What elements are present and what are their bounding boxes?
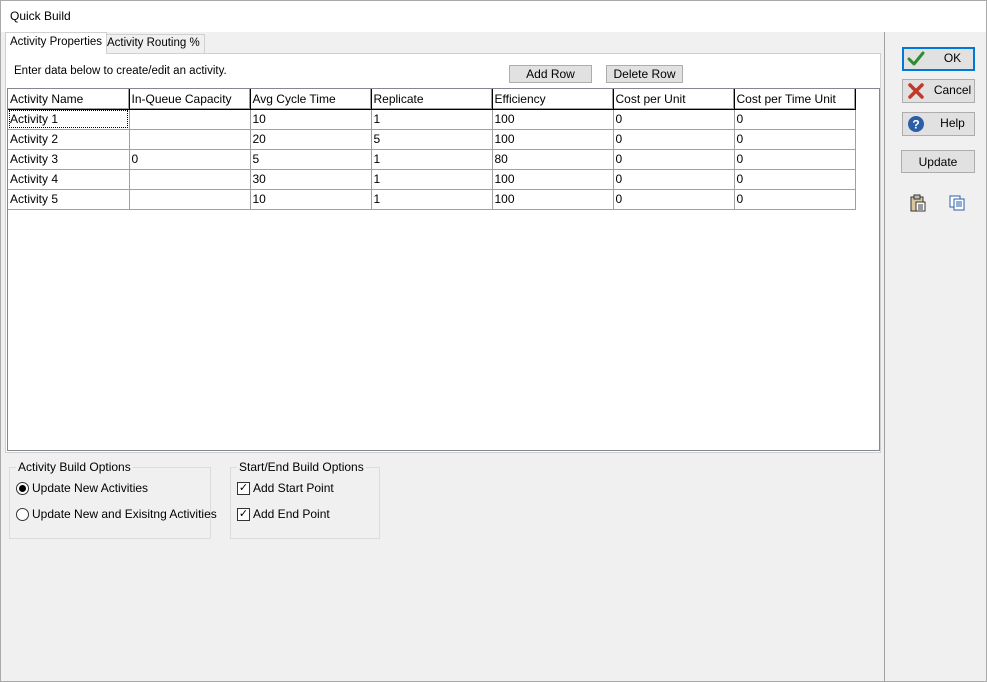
column-header[interactable]: Replicate	[371, 89, 493, 110]
grid-cell[interactable]: Activity 1	[8, 109, 130, 130]
column-header[interactable]: Activity Name	[8, 89, 130, 110]
grid-cell[interactable]: 0	[613, 109, 735, 130]
grid-cell[interactable]: 30	[250, 169, 372, 190]
grid-cell[interactable]: 80	[492, 149, 614, 170]
grid-cell[interactable]	[129, 129, 251, 150]
start-end-options-group: Start/End Build Options	[230, 460, 380, 539]
title-bar[interactable]: Quick Build	[1, 1, 986, 32]
checkbox[interactable]: ✓	[237, 507, 250, 521]
grid-cell[interactable]: 10	[250, 189, 372, 210]
grid-cell[interactable]: 100	[492, 109, 614, 130]
radio-button[interactable]	[16, 481, 29, 495]
paste-icon	[910, 194, 926, 212]
column-header[interactable]: In-Queue Capacity	[129, 89, 251, 110]
quick-build-window: Quick Build Activity Properties Activity…	[0, 0, 987, 682]
table-row[interactable]: Activity 2 20 5 100 0 0	[8, 129, 856, 150]
delete-row-button[interactable]: Delete Row	[606, 65, 683, 83]
grid-cell[interactable]: 0	[734, 149, 856, 170]
grid-cell[interactable]: 100	[492, 169, 614, 190]
help-icon: ?	[908, 116, 924, 132]
tab-label: Activity Properties	[10, 36, 103, 48]
activity-build-options-group: Activity Build Options	[9, 460, 211, 539]
checkbox[interactable]: ✓	[237, 481, 250, 495]
grid-cell[interactable]: 0	[734, 129, 856, 150]
tab-label: Activity Routing %	[107, 37, 200, 49]
radio-label: Update New Activities	[32, 481, 149, 495]
grid-cell[interactable]: 0	[613, 189, 735, 210]
column-header[interactable]: Avg Cycle Time	[250, 89, 372, 110]
grid-cell[interactable]: 0	[734, 189, 856, 210]
grid-header-row: Activity Name In-Queue Capacity Avg Cycl…	[8, 89, 856, 110]
grid-cell[interactable]: 5	[371, 129, 493, 150]
activity-grid[interactable]: Activity Name In-Queue Capacity Avg Cycl…	[7, 88, 880, 451]
copy-button[interactable]	[946, 192, 968, 214]
grid-cell[interactable]: 0	[734, 109, 856, 130]
column-header[interactable]: Efficiency	[492, 89, 614, 110]
window-title: Quick Build	[10, 9, 71, 23]
radio-label: Update New and Exisitng Activities	[32, 507, 217, 521]
radio-update-new[interactable]: Update New Activities	[16, 481, 148, 495]
grid-cell[interactable]: 0	[613, 169, 735, 190]
help-label: Help	[940, 116, 965, 130]
grid-cell[interactable]: 1	[371, 169, 493, 190]
tab-activity-properties[interactable]: Activity Properties	[5, 32, 108, 54]
group-legend: Activity Build Options	[16, 460, 133, 474]
table-row[interactable]: Activity 5 10 1 100 0 0	[8, 189, 856, 210]
x-icon	[908, 83, 924, 99]
checkbox-label: Add Start Point	[253, 481, 334, 495]
grid-cell[interactable]	[129, 169, 251, 190]
radio-update-new-and-existing[interactable]: Update New and Exisitng Activities	[16, 507, 217, 521]
instruction-text: Enter data below to create/edit an activ…	[14, 65, 227, 77]
grid-cell[interactable]: 5	[250, 149, 372, 170]
svg-text:?: ?	[912, 118, 919, 132]
ok-button[interactable]: OK	[902, 47, 975, 71]
grid-cell[interactable]: 1	[371, 149, 493, 170]
checkmark-icon	[907, 51, 925, 66]
update-button[interactable]: Update	[901, 150, 975, 173]
column-header[interactable]: Cost per Time Unit	[734, 89, 856, 110]
cancel-button[interactable]: Cancel	[902, 79, 975, 103]
grid-cell[interactable]: 1	[371, 109, 493, 130]
group-legend: Start/End Build Options	[237, 460, 366, 474]
grid-cell[interactable]: 0	[129, 149, 251, 170]
tab-activity-routing[interactable]: Activity Routing %	[102, 34, 205, 54]
grid-cell[interactable]: 100	[492, 189, 614, 210]
table-row[interactable]: Activity 3 0 5 1 80 0 0	[8, 149, 856, 170]
checkbox-add-end-point[interactable]: ✓ Add End Point	[237, 507, 330, 521]
table-row[interactable]: Activity 1 10 1 100 0 0	[8, 109, 856, 130]
table-row[interactable]: Activity 4 30 1 100 0 0	[8, 169, 856, 190]
grid-cell[interactable]: 10	[250, 109, 372, 130]
grid-cell[interactable]	[129, 109, 251, 130]
cancel-label: Cancel	[933, 83, 972, 97]
grid-cell[interactable]: Activity 5	[8, 189, 130, 210]
help-button[interactable]: ? Help	[902, 112, 975, 136]
paste-button[interactable]	[907, 192, 929, 214]
radio-button[interactable]	[16, 507, 29, 521]
ok-label: OK	[943, 51, 962, 65]
checkbox-label: Add End Point	[253, 507, 330, 521]
grid-cell[interactable]: 20	[250, 129, 372, 150]
grid-cell[interactable]: Activity 3	[8, 149, 130, 170]
checkbox-add-start-point[interactable]: ✓ Add Start Point	[237, 481, 334, 495]
copy-icon	[949, 195, 965, 211]
grid-cell[interactable]: Activity 4	[8, 169, 130, 190]
grid-cell[interactable]: 0	[613, 129, 735, 150]
grid-cell[interactable]: 0	[613, 149, 735, 170]
add-row-button[interactable]: Add Row	[509, 65, 592, 83]
grid-cell[interactable]	[129, 189, 251, 210]
grid-cell[interactable]: 100	[492, 129, 614, 150]
column-header[interactable]: Cost per Unit	[613, 89, 735, 110]
activity-table: Activity Name In-Queue Capacity Avg Cycl…	[8, 89, 856, 210]
grid-cell[interactable]: Activity 2	[8, 129, 130, 150]
grid-cell[interactable]: 0	[734, 169, 856, 190]
grid-cell[interactable]: 1	[371, 189, 493, 210]
